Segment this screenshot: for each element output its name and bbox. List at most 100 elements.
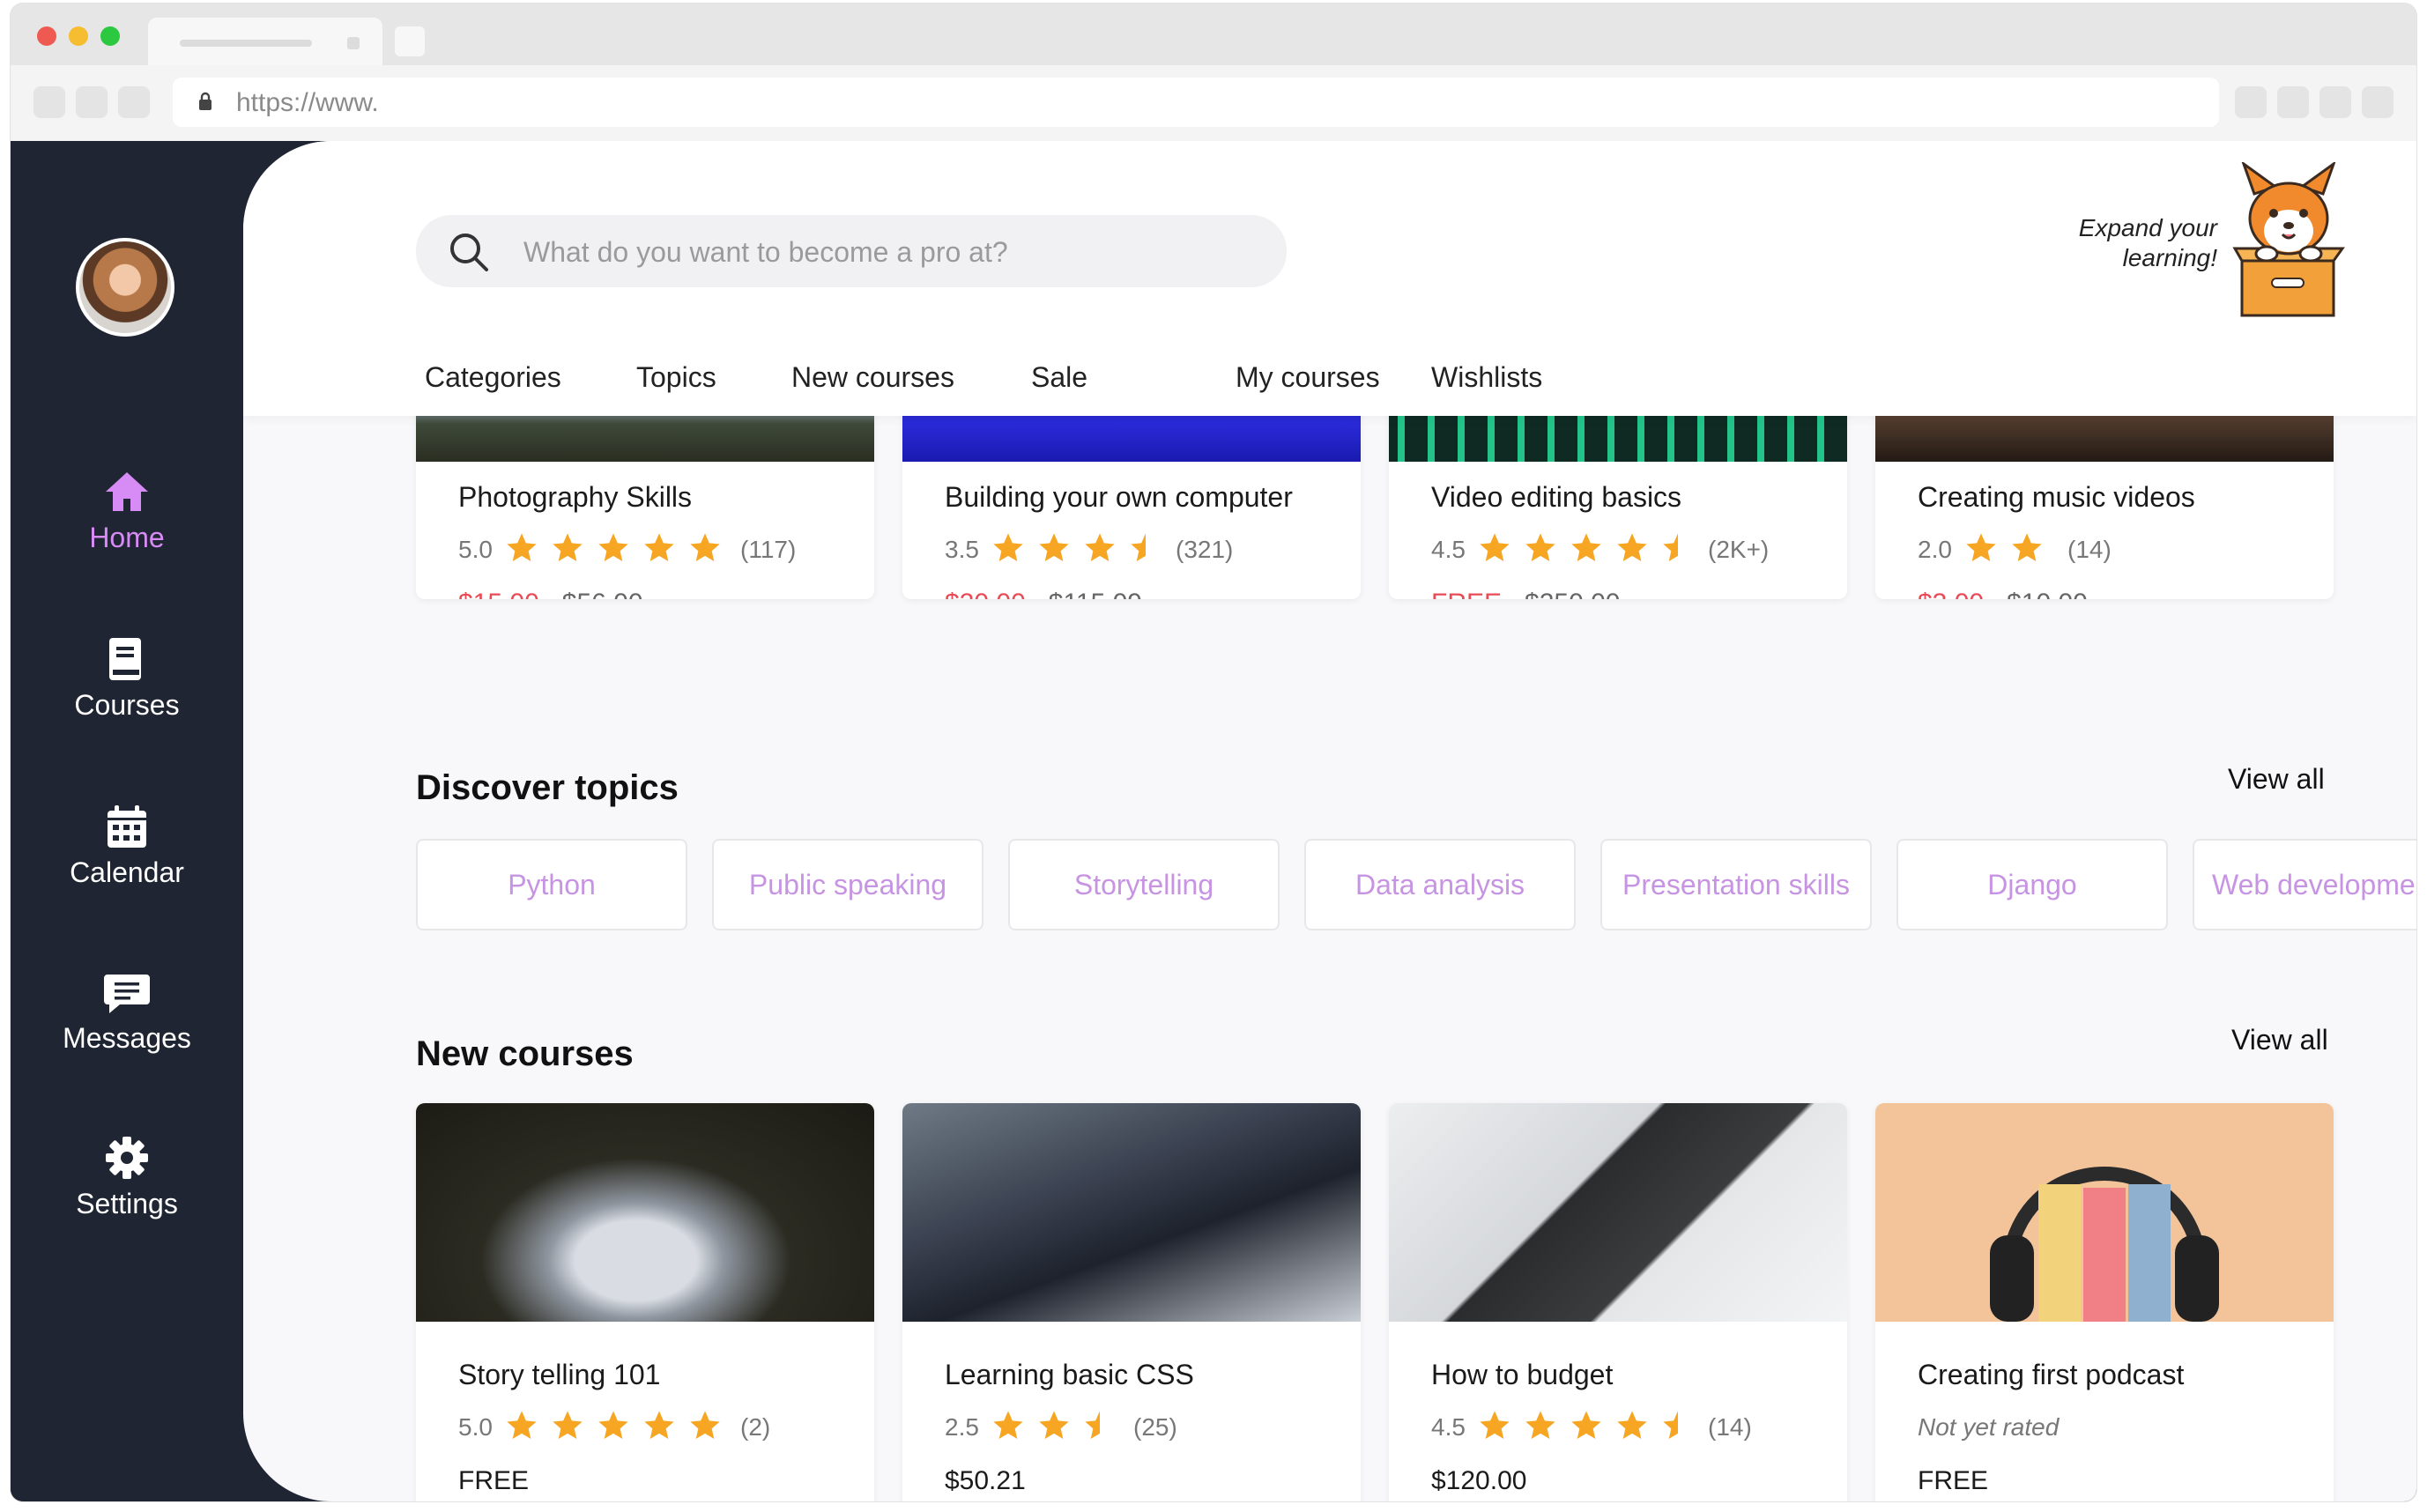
extension-button-3[interactable]	[2319, 86, 2351, 118]
rating-count: (117)	[740, 536, 797, 563]
browser-tab[interactable]	[148, 18, 382, 65]
star-icon	[1571, 533, 1601, 561]
topic-chip[interactable]: Presentation skills	[1600, 839, 1872, 930]
current-price: FREE	[458, 1466, 530, 1495]
star-icon	[1525, 533, 1555, 561]
course-title: Creating music videos	[1918, 481, 2195, 513]
course-title: How to budget	[1431, 1359, 1614, 1390]
star-icon	[507, 533, 537, 561]
sidebar-item-messages[interactable]: Messages	[11, 967, 243, 1073]
reload-button[interactable]	[118, 86, 150, 118]
extension-button-1[interactable]	[2235, 86, 2267, 118]
sidebar-item-home[interactable]: Home	[11, 467, 243, 573]
star-icon	[1039, 1411, 1069, 1439]
original-price: $115.09	[1049, 589, 1142, 599]
course-price: $20.00 $115.09	[945, 589, 1142, 599]
current-price: $120.00	[1431, 1466, 1527, 1495]
rating-value: 3.5	[945, 536, 979, 563]
forward-button[interactable]	[76, 86, 108, 118]
sidebar-item-courses[interactable]: Courses	[11, 634, 243, 740]
course-thumbnail	[902, 1103, 1361, 1322]
message-icon	[104, 975, 150, 1013]
topics-view-all-link[interactable]: View all	[2228, 763, 2325, 796]
tab-topics[interactable]: Topics	[636, 361, 716, 394]
course-card[interactable]: How to budget 4.5 (14) $120.00	[1389, 1103, 1847, 1501]
address-bar[interactable]: https://www.	[173, 78, 2219, 127]
sidebar-item-label: Courses	[74, 689, 180, 721]
search-bar[interactable]	[416, 215, 1287, 287]
topic-chip[interactable]: Public speaking	[712, 839, 983, 930]
new-courses-view-all-link[interactable]: View all	[2231, 1024, 2328, 1056]
star-icon	[507, 1411, 537, 1439]
course-price: $120.00	[1431, 1466, 1549, 1496]
star-icon	[690, 1411, 720, 1439]
star-icon	[1039, 533, 1069, 561]
star-icon	[1480, 1411, 1510, 1439]
headphones-books-image	[1990, 1167, 2219, 1322]
sidebar-item-calendar[interactable]: Calendar	[11, 802, 243, 908]
star-icon	[1617, 1411, 1647, 1439]
half-star-icon	[1663, 1411, 1678, 1439]
current-price: $20.00	[945, 589, 1026, 599]
minimize-window-button[interactable]	[69, 26, 88, 46]
close-window-button[interactable]	[37, 26, 56, 46]
maximize-window-button[interactable]	[100, 26, 120, 46]
topic-chip[interactable]: Data analysis	[1304, 839, 1576, 930]
sidebar-item-settings[interactable]: Settings	[11, 1133, 243, 1239]
corgi-mascot-icon[interactable]	[2231, 162, 2346, 319]
star-icon	[1966, 533, 1996, 561]
browser-titlebar	[11, 4, 2416, 65]
lock-icon	[199, 92, 212, 110]
course-price: $50.21	[945, 1466, 1049, 1496]
url-text: https://www.	[236, 88, 379, 117]
extension-button-2[interactable]	[2277, 86, 2309, 118]
course-title: Video editing basics	[1431, 481, 1682, 513]
course-price: FREE $250.00	[1431, 589, 1620, 599]
rating-count: (321)	[1176, 536, 1234, 563]
sidebar-item-label: Calendar	[70, 856, 184, 888]
tab-close-icon[interactable]	[347, 37, 360, 49]
course-thumbnail	[416, 1103, 874, 1322]
topic-chip[interactable]: Python	[416, 839, 687, 930]
topic-chip[interactable]: Web development	[2193, 839, 2416, 930]
tab-title-placeholder	[180, 40, 312, 47]
star-icon	[1571, 1411, 1601, 1439]
star-icon	[644, 1411, 674, 1439]
search-input[interactable]	[522, 227, 1248, 277]
back-button[interactable]	[33, 86, 65, 118]
course-title: Building your own computer	[945, 481, 1293, 513]
original-price: $250.00	[1525, 589, 1620, 599]
new-tab-button[interactable]	[395, 26, 425, 56]
course-thumbnail	[1875, 1103, 2334, 1322]
star-icon	[1085, 533, 1115, 561]
half-star-icon	[1663, 533, 1678, 561]
course-card[interactable]: Creating first podcast Not yet rated FRE…	[1875, 1103, 2334, 1501]
gear-icon	[106, 1137, 148, 1179]
rating-value: 4.5	[1431, 536, 1466, 563]
topic-chip[interactable]: Django	[1896, 839, 2168, 930]
current-price: $15.00	[458, 589, 539, 599]
course-card[interactable]: Story telling 101 5.0 (2) FREE	[416, 1103, 874, 1501]
half-star-icon	[1131, 533, 1146, 561]
star-icon	[1480, 533, 1510, 561]
sidebar-item-label: Messages	[63, 1022, 191, 1054]
course-card[interactable]: Learning basic CSS 2.5 (25) $50.21	[902, 1103, 1361, 1501]
tab-my-courses[interactable]: My courses	[1236, 361, 1380, 394]
tab-categories[interactable]: Categories	[425, 361, 561, 394]
topic-chip[interactable]: Storytelling	[1008, 839, 1280, 930]
search-icon	[450, 233, 488, 271]
tab-wishlists[interactable]: Wishlists	[1431, 361, 1542, 394]
tab-sale[interactable]: Sale	[1031, 361, 1087, 394]
home-icon	[106, 472, 148, 511]
half-star-icon	[1085, 1411, 1100, 1439]
menu-button[interactable]	[2362, 86, 2394, 118]
rating-value: 5.0	[458, 1413, 493, 1441]
tab-new-courses[interactable]: New courses	[791, 361, 954, 394]
book-icon	[109, 638, 141, 680]
star-icon	[2012, 533, 2042, 561]
current-price: $3.00	[1918, 589, 1984, 599]
calendar-icon	[108, 805, 146, 848]
avatar[interactable]	[76, 238, 174, 337]
star-icon	[553, 1411, 583, 1439]
rating-count: (2)	[740, 1413, 771, 1441]
